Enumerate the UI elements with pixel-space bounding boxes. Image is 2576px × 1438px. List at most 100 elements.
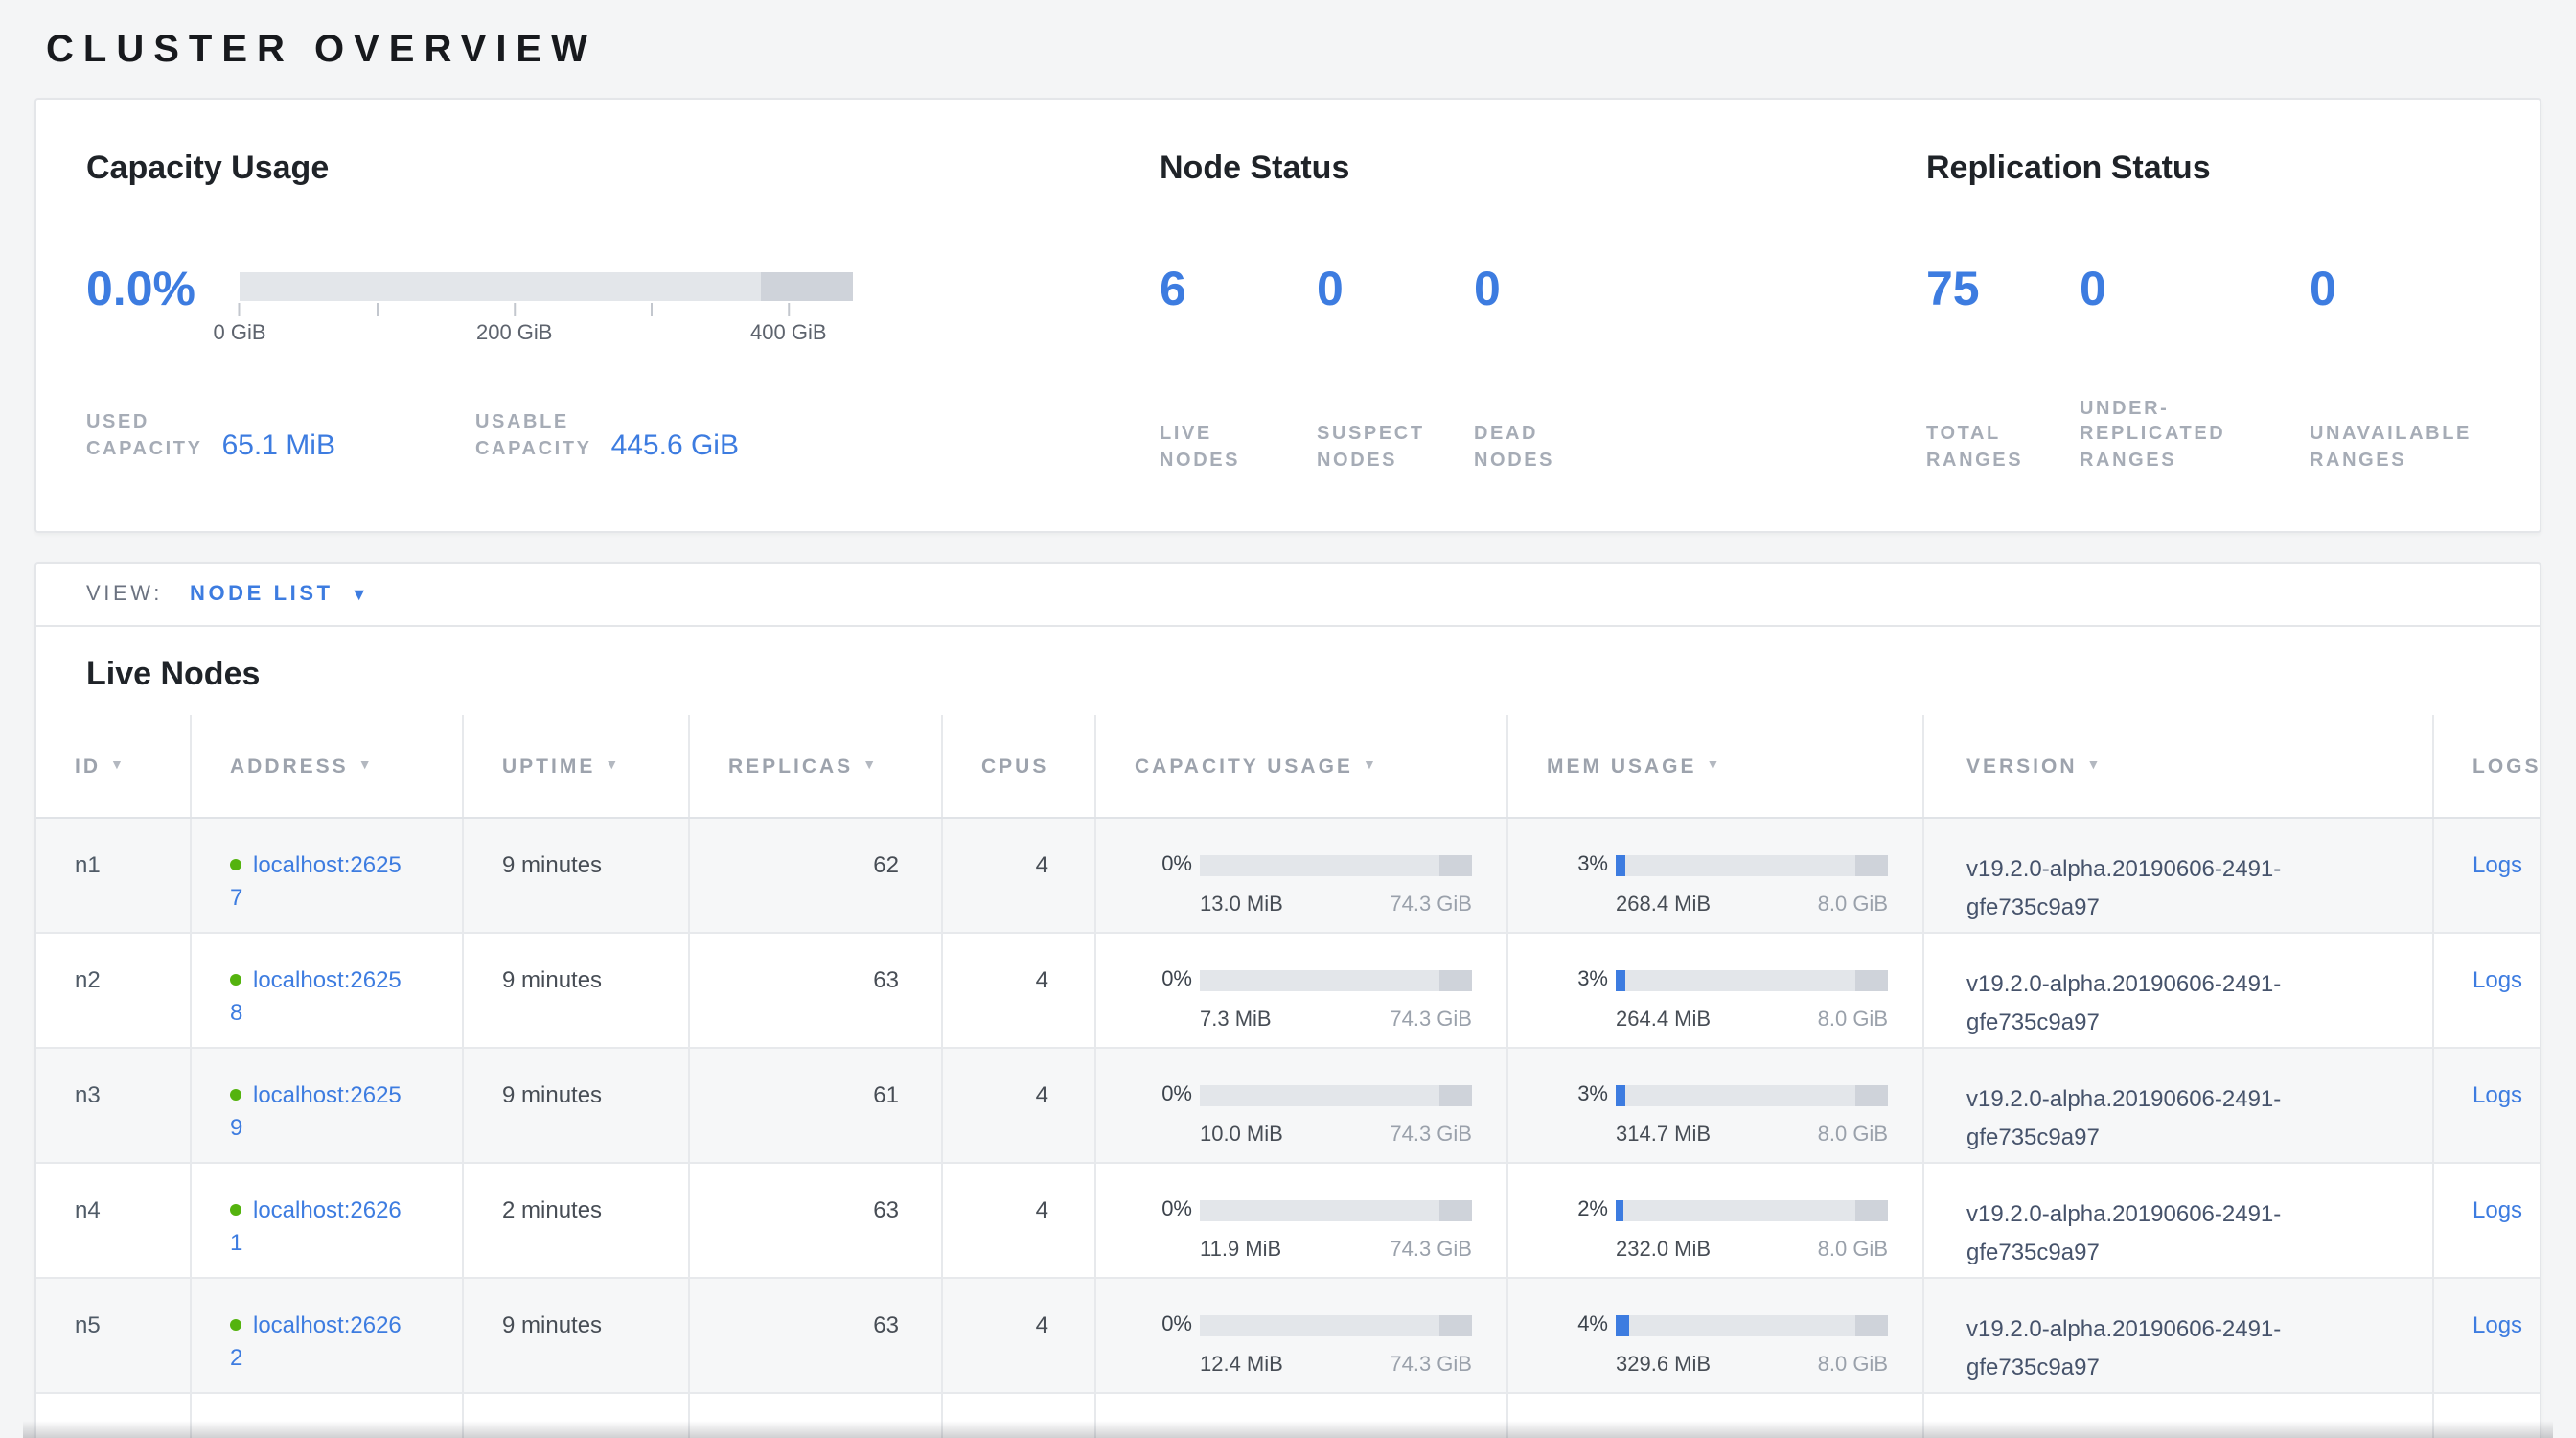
mem-bar-reserved-segment — [1855, 1315, 1888, 1336]
capacity-percent: 0% — [1123, 1079, 1200, 1112]
under-replicated-ranges-stat: 0 UNDER- REPLICATED RANGES — [2080, 261, 2310, 474]
axis-tick-line — [514, 303, 516, 316]
capacity-used-value: 11.9 MiB — [1200, 1235, 1281, 1267]
mem-max-value: 8.0 GiB — [1818, 1350, 1888, 1382]
axis-tick: 0 GiB — [213, 303, 265, 345]
mem-usage-cell: 3% 264.4 MiB 8.0 GiB — [1508, 934, 1924, 1047]
mem-used-value: 232.0 MiB — [1616, 1235, 1711, 1267]
column-header-capacity-usage[interactable]: CAPACITY USAGE ▼ — [1096, 715, 1508, 817]
address-link[interactable]: localhost:26259 — [230, 1081, 402, 1141]
live-nodes-stat: 6 LIVE NODES — [1160, 261, 1317, 474]
capacity-usage-cell: 0% 12.4 MiB 74.3 GiB — [1096, 1279, 1508, 1392]
address-link[interactable]: localhost:26257 — [230, 851, 402, 911]
capacity-bar-reserved-segment — [1439, 1315, 1472, 1336]
column-header-address[interactable]: ADDRESS ▼ — [192, 715, 464, 817]
node-id-cell: n2 — [36, 934, 192, 1047]
under-replicated-ranges-label: UNDER- REPLICATED RANGES — [2080, 396, 2310, 474]
capacity-used-value: 7.3 MiB — [1200, 1005, 1272, 1037]
table-row: n3 localhost:26259 9 minutes 61 4 0% — [36, 1049, 2540, 1164]
column-header-uptime[interactable]: UPTIME ▼ — [464, 715, 690, 817]
version-cell: v19.2.0-alpha.20190606-2491-gfe735c9a97 — [1924, 1049, 2434, 1162]
axis-tick-label: 400 GiB — [750, 322, 827, 345]
capacity-max-value: 74.3 GiB — [1390, 1120, 1472, 1152]
mem-bar-reserved-segment — [1855, 1085, 1888, 1106]
chevron-down-icon: ▼ — [351, 586, 368, 603]
version-text: v19.2.0-alpha.20190606-2491-gfe735c9a97 — [1966, 1194, 2402, 1271]
version-cell: v19.2.0-alpha.20190606-2491-gfe735c9a97 — [1924, 1164, 2434, 1277]
version-cell: v19.2.0-alpha.20190606-2491-gfe735c9a97 — [1924, 934, 2434, 1047]
view-dropdown[interactable]: NODE LIST ▼ — [190, 583, 368, 606]
mem-usage-cell: 3% 314.7 MiB 8.0 GiB — [1508, 1049, 1924, 1162]
capacity-percent: 0% — [1123, 1310, 1200, 1342]
address-cell: localhost:26259 — [192, 1049, 464, 1162]
address-cell: localhost:26257 — [192, 819, 464, 932]
replication-status-title: Replication Status — [1926, 150, 2542, 188]
table-row: n1 localhost:26257 9 minutes 62 4 0% — [36, 819, 2540, 934]
version-text: v19.2.0-alpha.20190606-2491-gfe735c9a97 — [1966, 1079, 2402, 1156]
sort-desc-icon: ▼ — [862, 759, 879, 773]
usable-capacity-label: USABLE CAPACITY — [475, 410, 592, 462]
mem-bar-used-segment — [1616, 1315, 1629, 1336]
cpus-cell: 4 — [943, 934, 1096, 1047]
column-header-version[interactable]: VERSION ▼ — [1924, 715, 2434, 817]
address-link[interactable]: localhost:26258 — [230, 966, 402, 1026]
mem-percent: 2% — [1535, 1194, 1616, 1227]
logs-link[interactable]: Logs — [2472, 1311, 2522, 1338]
address-link[interactable]: localhost:26261 — [230, 1196, 402, 1256]
logs-cell: Logs — [2434, 819, 2564, 932]
live-status-dot-icon — [230, 1204, 242, 1216]
capacity-max-value: 74.3 GiB — [1390, 1350, 1472, 1382]
column-header-mem-usage[interactable]: MEM USAGE ▼ — [1508, 715, 1924, 817]
mem-percent: 3% — [1535, 849, 1616, 882]
suspect-nodes-stat: 0 SUSPECT NODES — [1317, 261, 1474, 474]
dead-nodes-label: DEAD NODES — [1474, 422, 1685, 474]
axis-tick-line — [376, 303, 378, 316]
sort-desc-icon: ▼ — [110, 759, 126, 773]
version-text: v19.2.0-alpha.20190606-2491-gfe735c9a97 — [1966, 1310, 2402, 1386]
node-id-cell: n3 — [36, 1049, 192, 1162]
sort-desc-icon: ▼ — [358, 759, 375, 773]
capacity-usage-cell: 0% 10.0 MiB 74.3 GiB — [1096, 1049, 1508, 1162]
capacity-bar-reserved-segment — [761, 272, 853, 301]
replicas-cell: 63 — [690, 1279, 943, 1392]
capacity-percent: 0% — [1123, 849, 1200, 882]
node-id-cell: n1 — [36, 819, 192, 932]
logs-link[interactable]: Logs — [2472, 1196, 2522, 1223]
column-header-replicas[interactable]: REPLICAS ▼ — [690, 715, 943, 817]
mem-used-value: 268.4 MiB — [1616, 890, 1711, 922]
capacity-usage-title: Capacity Usage — [86, 150, 1160, 188]
live-status-dot-icon — [230, 1089, 242, 1101]
capacity-usage-bar — [1200, 855, 1472, 876]
logs-cell: Logs — [2434, 1279, 2564, 1392]
replicas-cell: 63 — [690, 1164, 943, 1277]
uptime-cell: 9 minutes — [464, 1279, 690, 1392]
logs-link[interactable]: Logs — [2472, 851, 2522, 878]
mem-usage-bar — [1616, 1200, 1888, 1221]
capacity-usage-section: Capacity Usage 0.0% 0 GiB — [86, 150, 1160, 531]
version-text: v19.2.0-alpha.20190606-2491-gfe735c9a97 — [1966, 849, 2402, 926]
capacity-bar-chart: 0 GiB 200 GiB — [240, 261, 853, 351]
used-capacity-value: 65.1 MiB — [222, 431, 335, 462]
address-link[interactable]: localhost:26262 — [230, 1311, 402, 1371]
column-header-id[interactable]: ID ▼ — [36, 715, 192, 817]
logs-link[interactable]: Logs — [2472, 966, 2522, 993]
total-ranges-label: TOTAL RANGES — [1926, 422, 2080, 474]
column-header-logs: LOGS — [2434, 715, 2576, 817]
capacity-max-value: 74.3 GiB — [1390, 890, 1472, 922]
capacity-bar-reserved-segment — [1439, 970, 1472, 991]
mem-max-value: 8.0 GiB — [1818, 890, 1888, 922]
mem-bar-used-segment — [1616, 1200, 1622, 1221]
capacity-usage-bar — [1200, 1200, 1472, 1221]
axis-tick — [376, 303, 378, 322]
mem-usage-cell: 3% 268.4 MiB 8.0 GiB — [1508, 819, 1924, 932]
axis-tick-line — [651, 303, 653, 316]
live-status-dot-icon — [230, 859, 242, 870]
capacity-usage-bar — [1200, 1315, 1472, 1336]
version-cell: v19.2.0-alpha.20190606-2491-gfe735c9a97 — [1924, 1279, 2434, 1392]
logs-link[interactable]: Logs — [2472, 1081, 2522, 1108]
node-list-card: VIEW: NODE LIST ▼ Live Nodes ID ▼ ADDRES… — [34, 562, 2542, 1438]
mem-usage-bar — [1616, 1085, 1888, 1106]
node-id-cell: n5 — [36, 1279, 192, 1392]
live-nodes-label: LIVE NODES — [1160, 422, 1317, 474]
axis-tick-label: 0 GiB — [213, 322, 265, 345]
